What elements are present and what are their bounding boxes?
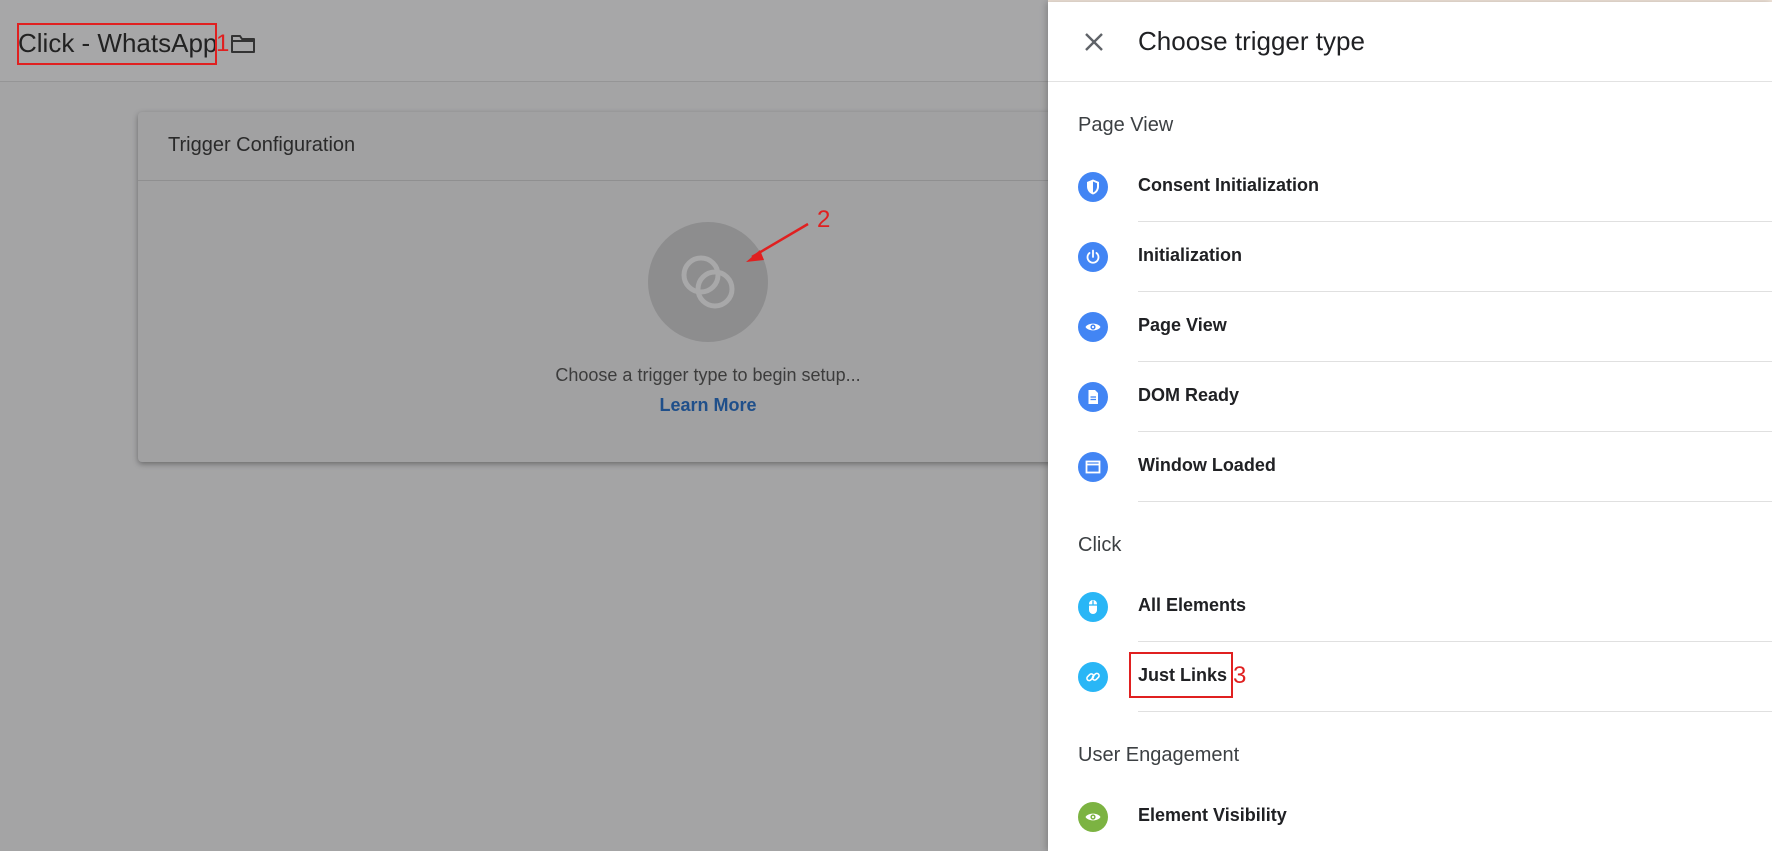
trigger-configuration-card: Trigger Configuration Choose a trigger t… xyxy=(138,112,1058,462)
trigger-type-panel: Choose trigger type Page View Consent In… xyxy=(1048,2,1772,851)
trigger-item-window-loaded[interactable]: Window Loaded xyxy=(1048,432,1772,502)
annotation-number-1: 1 xyxy=(216,30,230,57)
trigger-label: All Elements xyxy=(1138,595,1247,615)
trigger-label: Consent Initialization xyxy=(1138,175,1320,195)
divider xyxy=(1138,711,1772,712)
folder-icon[interactable] xyxy=(230,32,256,54)
trigger-item-page-view[interactable]: Page View xyxy=(1048,292,1772,362)
document-icon xyxy=(1078,382,1108,412)
annotation-number-3: 3 xyxy=(1233,662,1247,689)
trigger-editor: Click - WhatsApp Trigger Configuration C… xyxy=(0,0,1058,851)
eye-icon xyxy=(1078,312,1108,342)
link-icon xyxy=(1078,662,1108,692)
trigger-item-all-elements[interactable]: All Elements xyxy=(1048,572,1772,642)
trigger-item-consent-initialization[interactable]: Consent Initialization xyxy=(1048,152,1772,222)
close-icon[interactable] xyxy=(1080,28,1108,56)
window-icon xyxy=(1078,452,1108,482)
power-icon xyxy=(1078,242,1108,272)
trigger-label: DOM Ready xyxy=(1138,385,1240,405)
annotation-number-2: 2 xyxy=(817,206,831,233)
trigger-item-initialization[interactable]: Initialization xyxy=(1048,222,1772,292)
panel-title: Choose trigger type xyxy=(1138,26,1365,56)
card-divider xyxy=(138,180,1058,181)
card-title: Trigger Configuration xyxy=(168,134,356,156)
trigger-label: Page View xyxy=(1138,315,1227,335)
trigger-label: Just Links xyxy=(1138,665,1228,685)
trigger-name[interactable]: Click - WhatsApp xyxy=(18,24,217,62)
trigger-item-element-visibility[interactable]: Element Visibility xyxy=(1048,782,1772,851)
eye-icon xyxy=(1078,802,1108,832)
panel-header: Choose trigger type xyxy=(1048,2,1772,82)
trigger-label: Window Loaded xyxy=(1138,455,1276,475)
section-label-click: Click xyxy=(1078,534,1122,556)
mouse-icon xyxy=(1078,592,1108,622)
trigger-label: Initialization xyxy=(1138,245,1243,265)
trigger-item-dom-ready[interactable]: DOM Ready xyxy=(1048,362,1772,432)
shield-icon xyxy=(1078,172,1108,202)
divider xyxy=(1138,501,1772,502)
section-label-page-view: Page View xyxy=(1078,114,1174,136)
section-label-user-engagement: User Engagement xyxy=(1078,744,1240,766)
editor-header: Click - WhatsApp xyxy=(0,0,1048,82)
trigger-item-just-links[interactable]: Just Links xyxy=(1048,642,1772,712)
trigger-label: Element Visibility xyxy=(1138,805,1287,825)
